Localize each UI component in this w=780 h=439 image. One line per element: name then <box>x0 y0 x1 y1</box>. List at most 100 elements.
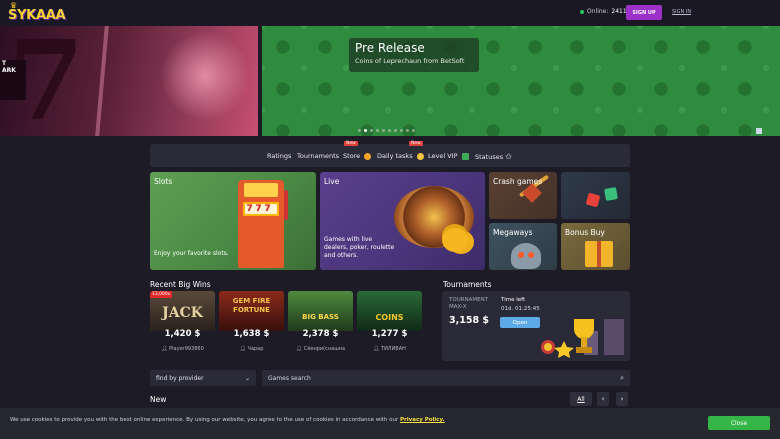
category-megaways[interactable]: Megaways <box>489 223 557 270</box>
win-game-name: COINS <box>375 313 404 322</box>
bonus-buy-label: Bonus Buy <box>565 228 605 237</box>
online-count: 2411 <box>611 8 627 15</box>
chips-icon <box>442 228 468 252</box>
provider-dropdown[interactable]: find by provider ⌄ <box>150 370 256 386</box>
green-die-icon <box>604 187 618 201</box>
category-live[interactable]: Live Games with live dealers, poker, rou… <box>320 172 485 270</box>
next-arrow-icon[interactable]: › <box>616 392 628 406</box>
new-section-title: New <box>150 395 167 404</box>
cookie-text: We use cookies to provide you with the b… <box>10 417 445 423</box>
provider-dropdown-label: find by provider <box>156 374 204 382</box>
time-left-label: Time left <box>501 297 526 303</box>
carousel-dot[interactable] <box>364 129 367 132</box>
carousel-dot[interactable] <box>370 129 373 132</box>
win-game-name: JACK <box>162 305 203 321</box>
hero-title: Pre Release <box>355 41 425 55</box>
carousel-dot[interactable] <box>412 129 415 132</box>
clover-pattern-overlay <box>262 26 780 136</box>
megaways-label: Megaways <box>493 228 533 237</box>
win-art <box>357 291 422 331</box>
category-bonus-buy[interactable]: Bonus Buy <box>561 223 630 270</box>
win-amount: 1,420 $ <box>164 329 201 339</box>
category-crash-games[interactable]: Crash games <box>489 172 557 219</box>
win-card[interactable]: COINS 1,277 $ <box>357 291 422 346</box>
win-player: 👤︎ Сёенри(снашна <box>295 346 346 352</box>
nav-statuses[interactable]: Statuses ✩ <box>475 152 512 161</box>
slot-lever <box>284 190 288 220</box>
privacy-policy-link[interactable]: Privacy Policy. <box>400 417 445 423</box>
carousel-dot[interactable] <box>400 129 403 132</box>
tournaments-title: Tournaments <box>443 280 492 289</box>
signup-button[interactable]: SIGN UP <box>626 5 662 20</box>
carousel-dot[interactable] <box>358 129 361 132</box>
win-card[interactable]: JACK 13,000x 1,420 $ <box>150 291 215 346</box>
user-icon: 👤︎ <box>295 346 304 352</box>
win-player: 👤︎ ТИЛИВАН <box>373 346 406 352</box>
broken-image-icon <box>756 128 762 134</box>
carousel-dot[interactable] <box>382 129 385 132</box>
user-icon: 👤︎ <box>161 346 170 352</box>
hero-side-banner[interactable]: 7 T ARK <box>0 26 258 136</box>
online-dot-icon <box>580 9 584 14</box>
slot-machine-icon: 777 <box>238 180 288 268</box>
win-card[interactable]: BIG BASS 2,378 $ <box>288 291 353 346</box>
nav-daily-tasks-label: Daily tasks <box>377 152 413 160</box>
category-dice[interactable] <box>561 172 630 219</box>
carousel-dot[interactable] <box>394 129 397 132</box>
win-amount: 2,378 $ <box>302 329 339 339</box>
slot-machine-screen: 777 <box>243 202 279 216</box>
plane-body <box>522 183 542 203</box>
signin-link[interactable]: SIGN IN <box>672 9 691 15</box>
daily-new-badge: New <box>409 141 423 146</box>
red-die-icon <box>585 192 601 208</box>
hero-main-banner[interactable]: Pre Release Coins of Leprechaun from Bet… <box>262 26 780 136</box>
robot-icon <box>511 243 541 269</box>
chevron-down-icon: ⌄ <box>244 374 250 382</box>
banner-text-strip: T ARK <box>0 60 26 100</box>
win-player: 👤︎ Чарар <box>239 346 264 352</box>
nav-level-vip[interactable]: Level VIP <box>428 152 469 160</box>
search-icon: ⌕ <box>620 373 624 382</box>
site-logo[interactable]: ♛ SYKAAA <box>8 2 66 24</box>
games-search-placeholder: Games search <box>268 374 311 382</box>
glow-graphic <box>160 31 250 121</box>
star-outline-icon: ✩ <box>505 152 512 161</box>
nav-statuses-label: Statuses <box>475 153 504 161</box>
category-slots[interactable]: Slots 777 Enjoy your favorite slots. <box>150 172 316 270</box>
top-header: ♛ SYKAAA Online: 2411 SIGN UP SIGN IN <box>0 0 780 26</box>
coin-icon <box>364 152 372 160</box>
hero-caption: Pre Release Coins of Leprechaun from Bet… <box>349 38 479 72</box>
level-up-icon <box>461 152 469 160</box>
carousel-dot[interactable] <box>376 129 379 132</box>
nav-ratings[interactable]: Ratings <box>267 152 291 160</box>
nav-daily-tasks[interactable]: Daily tasks <box>377 152 424 160</box>
trophy-icon <box>541 319 624 358</box>
star-icon <box>416 152 424 160</box>
cookie-close-button[interactable]: Close <box>708 416 770 430</box>
prev-arrow-icon[interactable]: ‹ <box>597 392 609 406</box>
slots-desc: Enjoy your favorite slots. <box>154 250 229 257</box>
carousel-dot[interactable] <box>388 129 391 132</box>
carousel-dot[interactable] <box>406 129 409 132</box>
tournament-open-button[interactable]: Open <box>500 317 540 328</box>
crash-label: Crash games <box>493 177 543 186</box>
win-player: 👤︎ Player993860 <box>161 346 204 352</box>
banner-text-1: T <box>2 60 7 67</box>
cookie-banner: We use cookies to provide you with the b… <box>0 408 780 439</box>
slot-machine-top <box>244 183 278 197</box>
nav-level-vip-label: Level VIP <box>428 152 458 160</box>
win-art <box>288 291 353 331</box>
gift-icon <box>585 241 613 267</box>
win-card[interactable]: GEM FIRE FORTUNE 1,638 $ <box>219 291 284 346</box>
win-amount: 1,277 $ <box>371 329 408 339</box>
win-amount: 1,638 $ <box>233 329 270 339</box>
all-new-button[interactable]: All <box>570 392 592 406</box>
online-label: Online: <box>587 8 609 15</box>
nav-store[interactable]: Store <box>343 152 372 160</box>
games-search-input[interactable]: Games search ⌕ <box>262 370 630 386</box>
user-icon: 👤︎ <box>373 346 382 352</box>
multiplier-badge: 13,000x <box>150 291 173 298</box>
tournament-card[interactable]: TOURNAMENT MAX-X 3,158 $ Time left 01d. … <box>442 291 630 361</box>
nav-tournaments[interactable]: Tournaments <box>297 152 339 160</box>
live-label: Live <box>324 177 340 186</box>
